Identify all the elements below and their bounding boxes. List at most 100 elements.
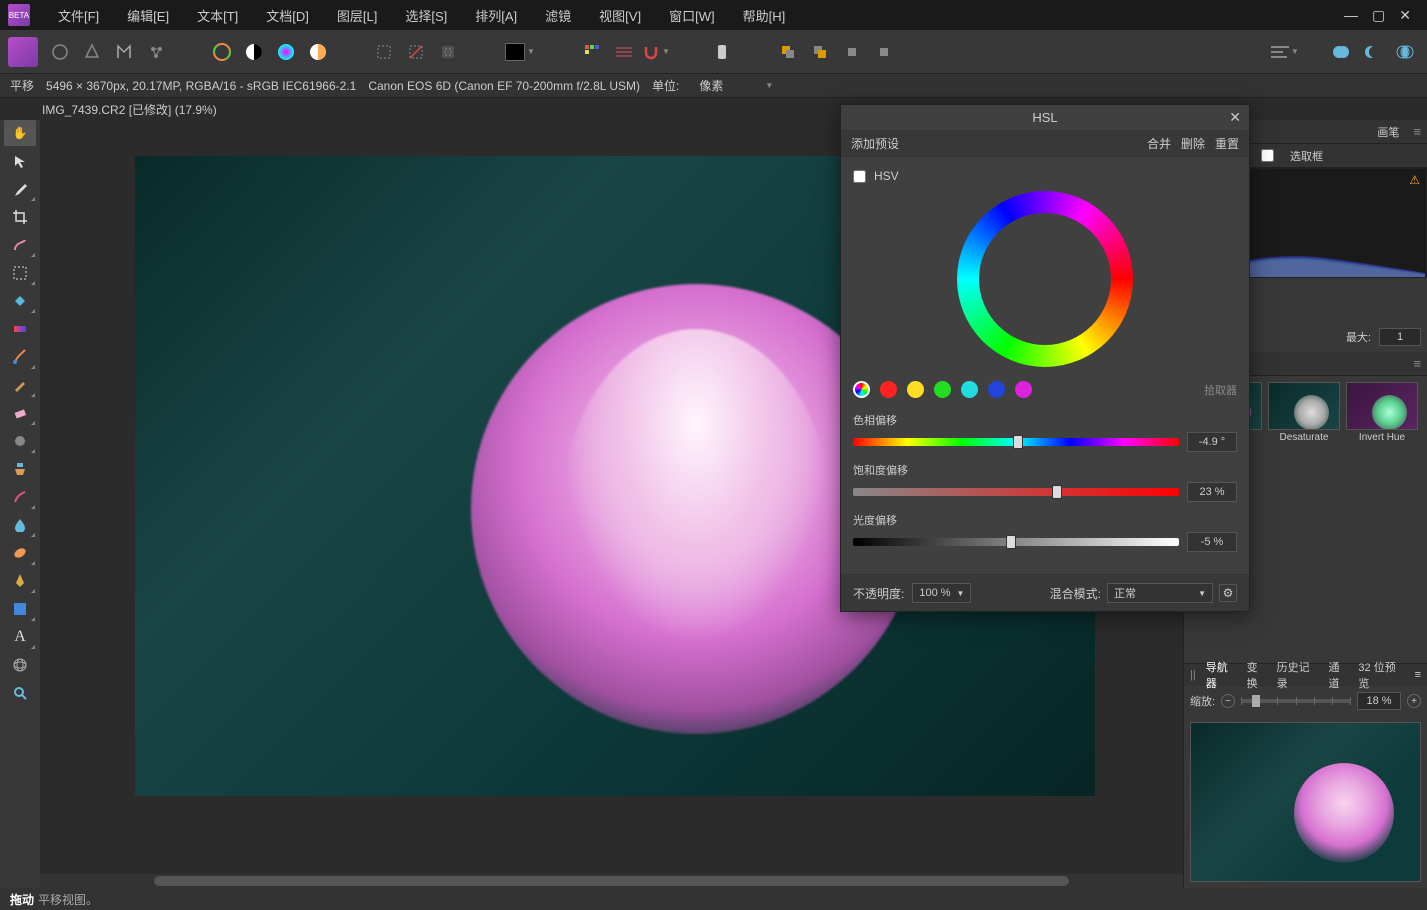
hue-value[interactable]: -4.9 ° [1187,432,1237,452]
rectangle-tool[interactable] [4,596,36,622]
zoom-in-icon[interactable]: + [1407,694,1421,708]
menu-file[interactable]: 文件[F] [44,6,113,25]
saturation-slider[interactable] [853,488,1179,496]
hsv-checkbox[interactable] [853,170,866,183]
color-all[interactable] [853,381,870,398]
color-red[interactable] [880,381,897,398]
dialog-titlebar[interactable]: HSL ✕ [841,105,1249,131]
blur-tool[interactable] [4,512,36,538]
color-green[interactable] [934,381,951,398]
zoom-value[interactable] [1357,692,1401,710]
move-tool[interactable] [4,148,36,174]
navigator-preview[interactable] [1190,722,1421,882]
document-tab[interactable]: IMG_7439.CR2 [已修改] (17.9%) [42,101,217,118]
dodge-tool[interactable] [4,428,36,454]
unit-select[interactable]: 像素▼ [691,75,781,96]
zoom-out-icon[interactable]: − [1221,694,1235,708]
zoom-slider[interactable] [1241,699,1351,703]
auto-wb-icon[interactable] [304,38,332,66]
close-button[interactable]: ✕ [1399,7,1411,24]
persona-tone-icon[interactable] [110,38,138,66]
tab-navigator[interactable]: 导航器 [1206,659,1239,691]
menu-help[interactable]: 帮助[H] [729,6,800,25]
selection-brush-tool[interactable] [4,232,36,258]
tab-32bit[interactable]: 32 位预览 [1358,659,1406,691]
nav-menu-icon[interactable]: ≡ [1415,669,1421,681]
gradient-tool[interactable] [4,316,36,342]
arrange-down-icon[interactable] [870,38,898,66]
auto-contrast-icon[interactable] [240,38,268,66]
bool-add-icon[interactable] [1327,38,1355,66]
horizontal-scrollbar[interactable] [40,874,1183,888]
guides-icon[interactable] [610,38,638,66]
snap-icon[interactable]: ▼ [642,38,670,66]
bool-intersect-icon[interactable] [1391,38,1419,66]
patch-tool[interactable] [4,540,36,566]
menu-select[interactable]: 选择[S] [391,6,461,25]
select-all-icon[interactable] [370,38,398,66]
arrange-back-icon[interactable] [774,38,802,66]
blend-mode-select[interactable]: 正常▼ [1107,583,1213,603]
preset-thumb[interactable]: Invert Hue [1346,382,1418,447]
pixel-tool[interactable] [4,372,36,398]
tab-history[interactable]: 历史记录 [1277,659,1321,691]
preset-thumb[interactable]: Desaturate [1268,382,1340,447]
hue-slider[interactable] [853,438,1179,446]
persona-develop-icon[interactable] [78,38,106,66]
color-wheel[interactable] [957,191,1133,367]
hand-tool[interactable]: ✋ [4,120,36,146]
opacity-select[interactable]: 100 %▼ [912,583,971,603]
color-picker-tool[interactable] [4,176,36,202]
mesh-tool[interactable] [4,652,36,678]
flood-select-tool[interactable] [4,288,36,314]
paint-brush-tool[interactable] [4,344,36,370]
menu-document[interactable]: 文档[D] [252,6,323,25]
color-magenta[interactable] [1015,381,1032,398]
gear-icon[interactable]: ⚙ [1219,584,1237,602]
persona-photo-icon[interactable] [8,37,38,67]
erase-tool[interactable] [4,400,36,426]
minimize-button[interactable]: — [1344,7,1358,24]
arrange-up-icon[interactable] [838,38,866,66]
clone-tool[interactable] [4,456,36,482]
menu-filter[interactable]: 滤镜 [531,6,585,25]
luminosity-slider[interactable] [853,538,1179,546]
delete-button[interactable]: 删除 [1181,135,1205,152]
menu-layer[interactable]: 图层[L] [323,6,391,25]
saturation-value[interactable]: 23 % [1187,482,1237,502]
stock-menu-icon[interactable]: ≡ [1413,356,1421,371]
deselect-icon[interactable] [402,38,430,66]
luminosity-value[interactable]: -5 % [1187,532,1237,552]
merge-button[interactable]: 合并 [1147,135,1171,152]
tab-selection[interactable]: 选取框 [1286,146,1327,166]
menu-view[interactable]: 视图[V] [585,6,655,25]
swatch-icon[interactable]: ▼ [500,38,540,66]
dialog-close-icon[interactable]: ✕ [1229,109,1241,126]
panel-menu-icon[interactable]: ≡ [1413,124,1421,139]
tab-paint[interactable]: 画笔 [1373,122,1403,142]
color-cyan[interactable] [961,381,978,398]
max-input[interactable] [1379,328,1421,346]
marquee-tool[interactable] [4,260,36,286]
bool-subtract-icon[interactable] [1359,38,1387,66]
heal-tool[interactable] [4,484,36,510]
color-yellow[interactable] [907,381,924,398]
auto-colors-icon[interactable] [272,38,300,66]
invert-selection-icon[interactable] [434,38,462,66]
text-tool[interactable]: A [4,624,36,650]
picker-button[interactable]: 拾取器 [1204,382,1237,398]
tab-transform[interactable]: 变换 [1247,659,1269,691]
reset-button[interactable]: 重置 [1215,135,1239,152]
persona-liquify-icon[interactable] [46,38,74,66]
zoom-tool[interactable] [4,680,36,706]
persona-export-icon[interactable] [142,38,170,66]
add-preset-button[interactable]: 添加预设 [851,135,899,152]
auto-levels-icon[interactable] [208,38,236,66]
menu-window[interactable]: 窗口[W] [655,6,729,25]
color-blue[interactable] [988,381,1005,398]
arrange-front-icon[interactable] [806,38,834,66]
crop-tool[interactable] [4,204,36,230]
menu-text[interactable]: 文本[T] [183,6,252,25]
align-icon[interactable]: ▼ [1271,38,1299,66]
pen-tool[interactable] [4,568,36,594]
